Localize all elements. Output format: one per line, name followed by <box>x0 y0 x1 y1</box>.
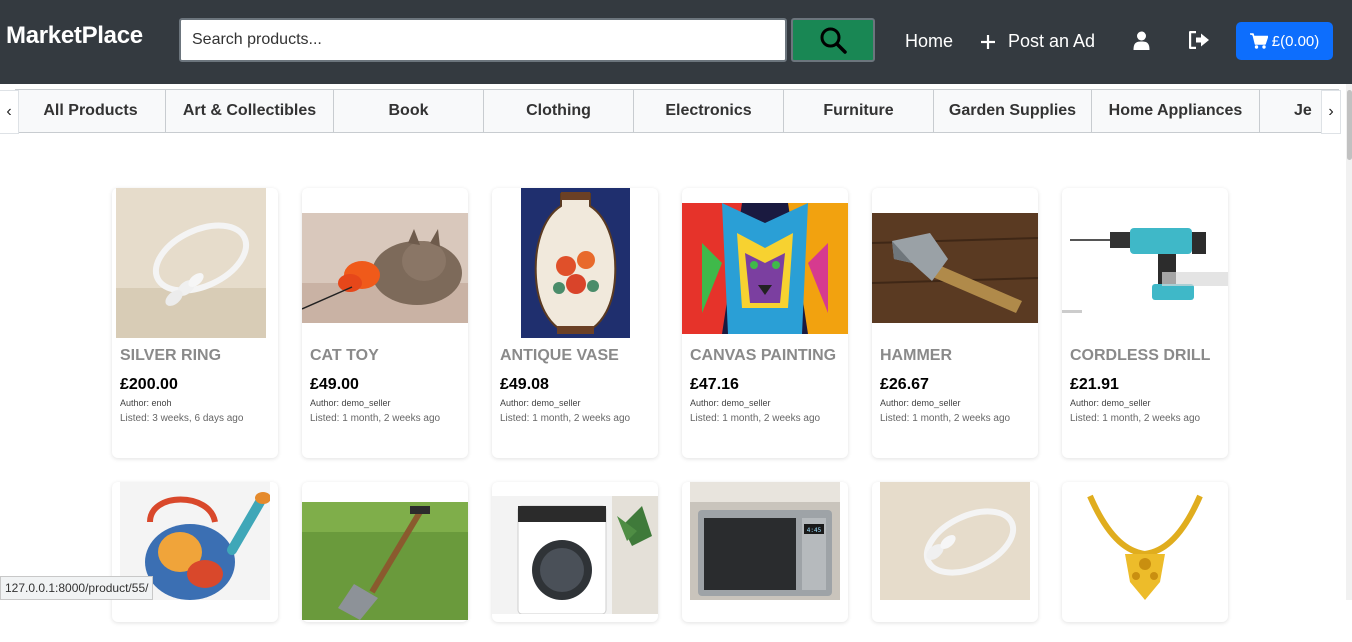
product-price: £21.91 <box>1070 376 1119 393</box>
product-author: Author: demo_seller <box>1070 398 1151 408</box>
product-image-gold-necklace[interactable] <box>1062 482 1228 642</box>
product-card-cordless-drill[interactable]: CORDLESS DRILL £21.91 Author: demo_selle… <box>1062 188 1228 458</box>
product-card[interactable]: 4:45 <box>682 482 848 622</box>
product-image-cordless-drill[interactable] <box>1062 188 1228 348</box>
search-button[interactable] <box>791 18 875 62</box>
product-name[interactable]: CAT TOY <box>310 347 379 365</box>
navbar: MarketPlace Home Post an Ad £(0.0 <box>0 0 1352 84</box>
product-listed: Listed: 1 month, 2 weeks ago <box>690 413 821 424</box>
product-listed: Listed: 1 month, 2 weeks ago <box>310 413 441 424</box>
plus-icon <box>981 34 995 49</box>
product-card-antique-vase[interactable]: ANTIQUE VASE £49.08 Author: demo_seller … <box>492 188 658 458</box>
product-card-silver-ring[interactable]: SILVER RING £200.00 Author: enoh Listed:… <box>112 188 278 458</box>
product-price: £200.00 <box>120 376 178 393</box>
product-price: £47.16 <box>690 376 739 393</box>
product-listed: Listed: 3 weeks, 6 days ago <box>120 413 244 424</box>
product-price: £49.00 <box>310 376 359 393</box>
category-clothing[interactable]: Clothing <box>483 89 633 133</box>
product-image-silver-ring-2[interactable] <box>872 482 1038 642</box>
product-card-hammer[interactable]: HAMMER £26.67 Author: demo_seller Listed… <box>872 188 1038 458</box>
product-name[interactable]: CANVAS PAINTING <box>690 347 836 365</box>
category-track: All Products Art & Collectibles Book Clo… <box>15 89 1339 133</box>
cart-button[interactable]: £(0.00) <box>1236 22 1333 60</box>
product-image-cat-toy[interactable] <box>302 188 468 348</box>
nav-post-ad-link[interactable]: Post an Ad <box>980 31 1095 52</box>
page-scrollbar[interactable] <box>1346 84 1352 600</box>
svg-text:4:45: 4:45 <box>807 527 822 534</box>
category-book[interactable]: Book <box>333 89 483 133</box>
nav-home-link[interactable]: Home <box>905 31 953 52</box>
product-author: Author: demo_seller <box>310 398 391 408</box>
post-ad-label: Post an Ad <box>1008 31 1096 51</box>
product-name[interactable]: SILVER RING <box>120 347 221 365</box>
product-author: Author: demo_seller <box>690 398 771 408</box>
status-bar-url: 127.0.0.1:8000/product/55/ <box>0 576 154 600</box>
product-card[interactable] <box>302 482 468 622</box>
category-garden-supplies[interactable]: Garden Supplies <box>933 89 1091 133</box>
product-price: £26.67 <box>880 376 929 393</box>
product-card[interactable] <box>112 482 278 622</box>
category-scroll-left-button[interactable]: ‹ <box>0 90 19 134</box>
category-electronics[interactable]: Electronics <box>633 89 783 133</box>
product-name[interactable]: CORDLESS DRILL <box>1070 347 1210 365</box>
user-icon <box>1133 31 1150 50</box>
category-furniture[interactable]: Furniture <box>783 89 933 133</box>
product-card[interactable] <box>492 482 658 622</box>
product-image-microwave[interactable]: 4:45 <box>682 482 848 642</box>
product-image-garden-spade[interactable] <box>302 482 468 642</box>
product-author: Author: demo_seller <box>500 398 581 408</box>
product-listed: Listed: 1 month, 2 weeks ago <box>880 413 1011 424</box>
cart-total: £(0.00) <box>1271 32 1320 50</box>
logout-link[interactable] <box>1188 30 1210 54</box>
product-image-silver-ring[interactable] <box>112 188 278 348</box>
brand-logo[interactable]: MarketPlace <box>6 22 143 50</box>
search-input[interactable] <box>179 18 787 62</box>
user-profile-link[interactable] <box>1133 31 1150 55</box>
product-price: £49.08 <box>500 376 549 393</box>
product-card[interactable] <box>1062 482 1228 622</box>
product-card-canvas-painting[interactable]: CANVAS PAINTING £47.16 Author: demo_sell… <box>682 188 848 458</box>
product-image-hammer[interactable] <box>872 188 1038 348</box>
product-author: Author: enoh <box>120 398 172 408</box>
shopping-cart-icon <box>1249 33 1268 49</box>
product-image-antique-vase[interactable] <box>492 188 658 348</box>
scrollbar-thumb[interactable] <box>1347 90 1352 160</box>
product-card-cat-toy[interactable]: CAT TOY £49.00 Author: demo_seller Liste… <box>302 188 468 458</box>
product-image-watering-can[interactable] <box>112 482 278 642</box>
category-scroll-right-button[interactable]: › <box>1321 90 1341 134</box>
category-art-collectibles[interactable]: Art & Collectibles <box>165 89 333 133</box>
product-author: Author: demo_seller <box>880 398 961 408</box>
product-image-washing-machine[interactable] <box>492 482 658 642</box>
product-listed: Listed: 1 month, 2 weeks ago <box>1070 413 1201 424</box>
product-name[interactable]: HAMMER <box>880 347 952 365</box>
category-bar: ‹ All Products Art & Collectibles Book C… <box>0 84 1346 140</box>
search-icon <box>820 27 847 54</box>
product-image-canvas-painting[interactable] <box>682 188 848 348</box>
category-all-products[interactable]: All Products <box>15 89 165 133</box>
product-listed: Listed: 1 month, 2 weeks ago <box>500 413 631 424</box>
product-card[interactable] <box>872 482 1038 622</box>
logout-icon <box>1188 30 1209 50</box>
category-home-appliances[interactable]: Home Appliances <box>1091 89 1259 133</box>
product-name[interactable]: ANTIQUE VASE <box>500 347 619 365</box>
